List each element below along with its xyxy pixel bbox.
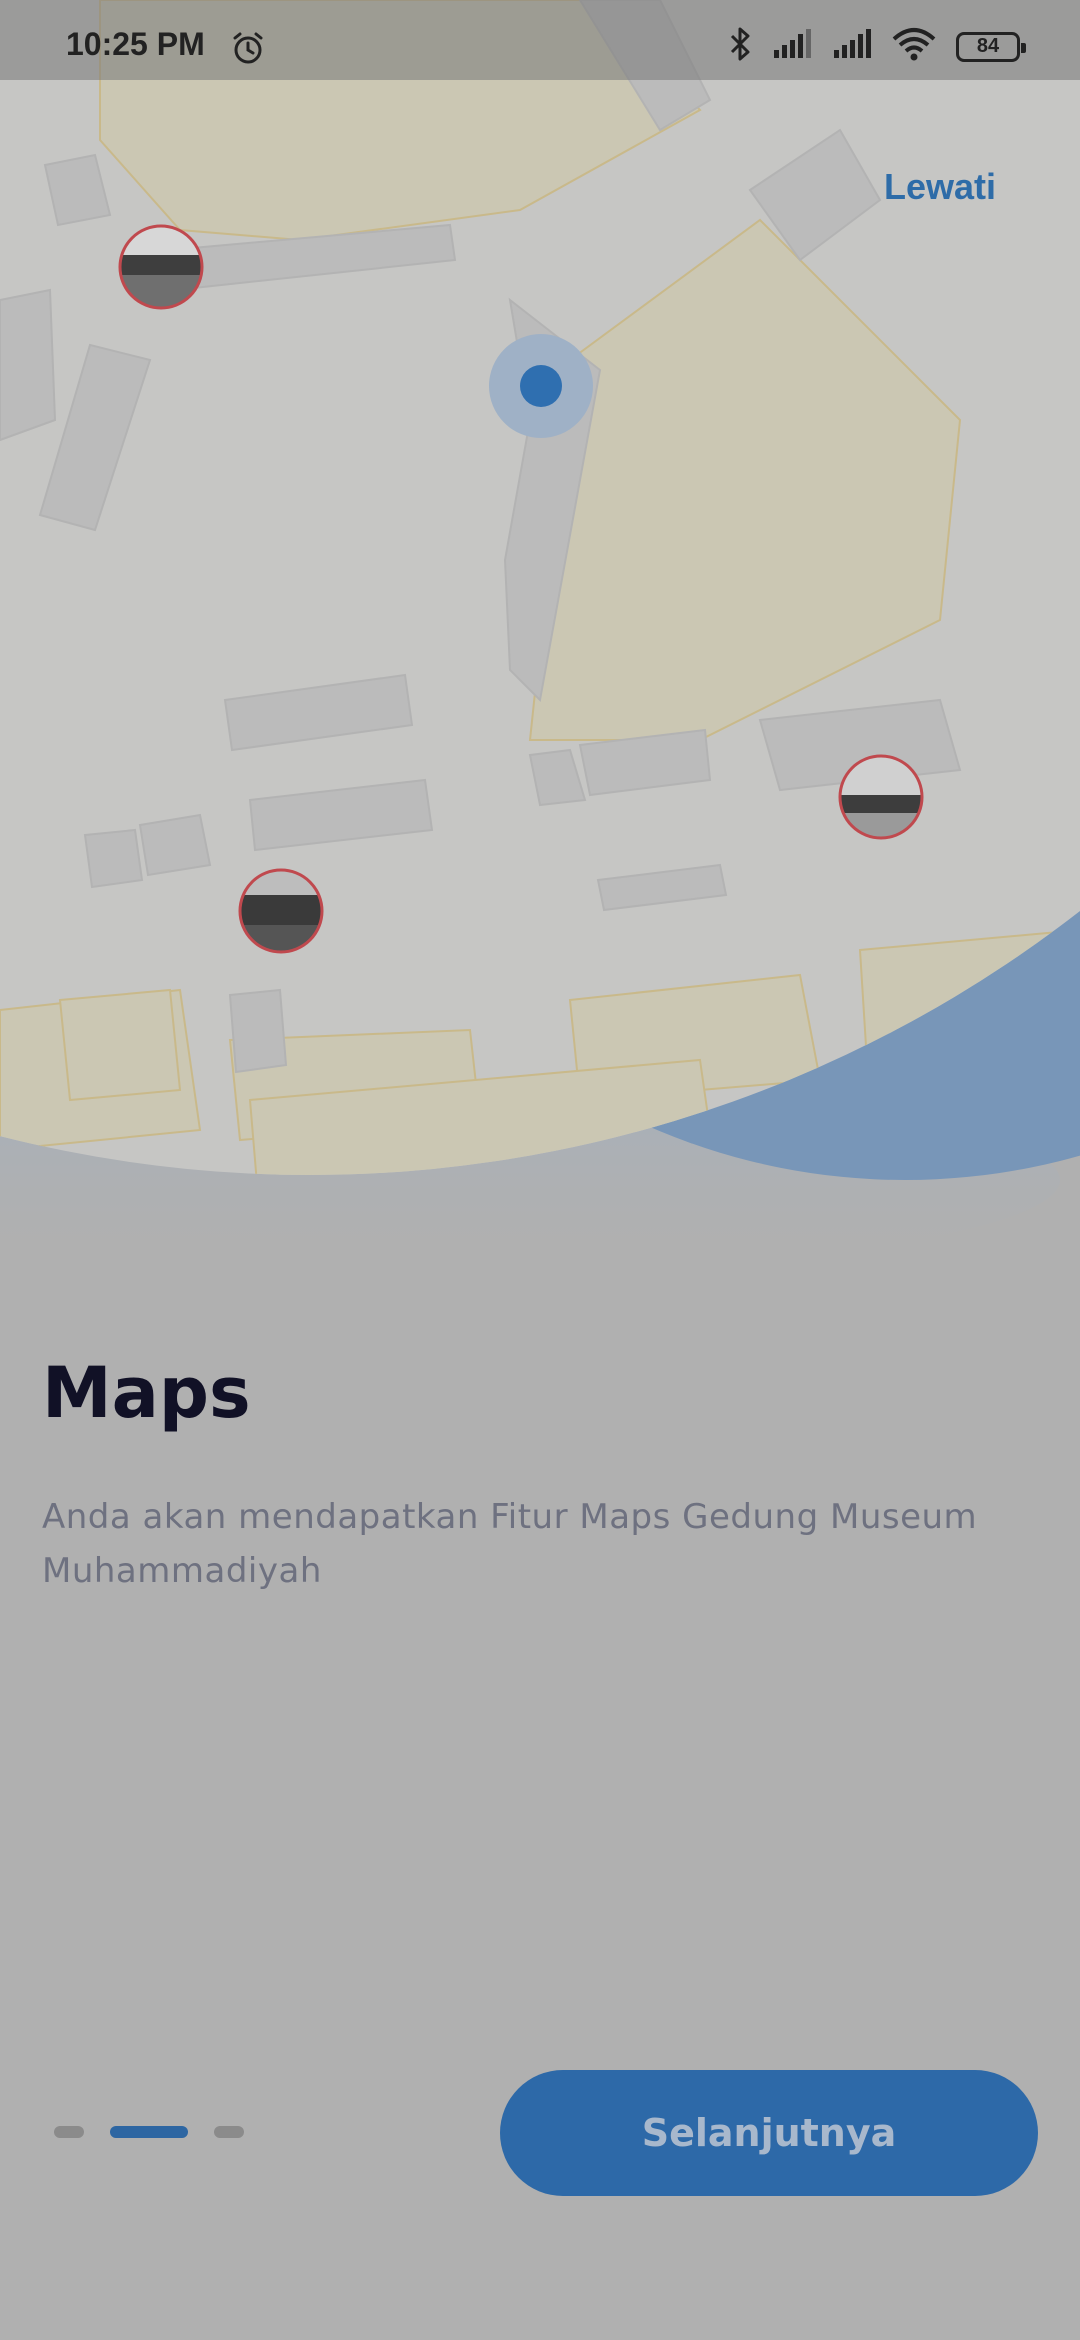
battery-level: 84 <box>976 35 1000 57</box>
status-bar: 10:25 PM 84 <box>0 0 1080 80</box>
photo-marker-2 <box>238 868 324 954</box>
page-description: Anda akan mendapatkan Fitur Maps Gedung … <box>42 1497 978 1591</box>
photo-marker-3 <box>838 754 924 840</box>
signal-icon <box>772 28 812 65</box>
page-indicator-dot-active <box>110 2126 188 2138</box>
wifi-icon <box>892 27 936 66</box>
location-dot <box>520 365 562 407</box>
next-button-label: Selanjutnya <box>641 2111 897 2155</box>
signal-icon <box>832 28 872 65</box>
skip-button[interactable]: Lewati <box>884 166 996 208</box>
page-indicator-dot <box>54 2126 84 2138</box>
page-indicator-dot <box>214 2126 244 2138</box>
status-time: 10:25 PM <box>66 26 205 62</box>
status-icons: 84 <box>728 26 1026 67</box>
battery-icon: 84 <box>956 31 1026 62</box>
bluetooth-icon <box>728 26 752 67</box>
page-indicator <box>54 2126 244 2138</box>
photo-marker-1 <box>118 224 204 310</box>
alarm-icon <box>230 30 266 71</box>
next-button[interactable]: Selanjutnya <box>500 2070 1038 2196</box>
page-title: Maps <box>42 1352 251 1434</box>
